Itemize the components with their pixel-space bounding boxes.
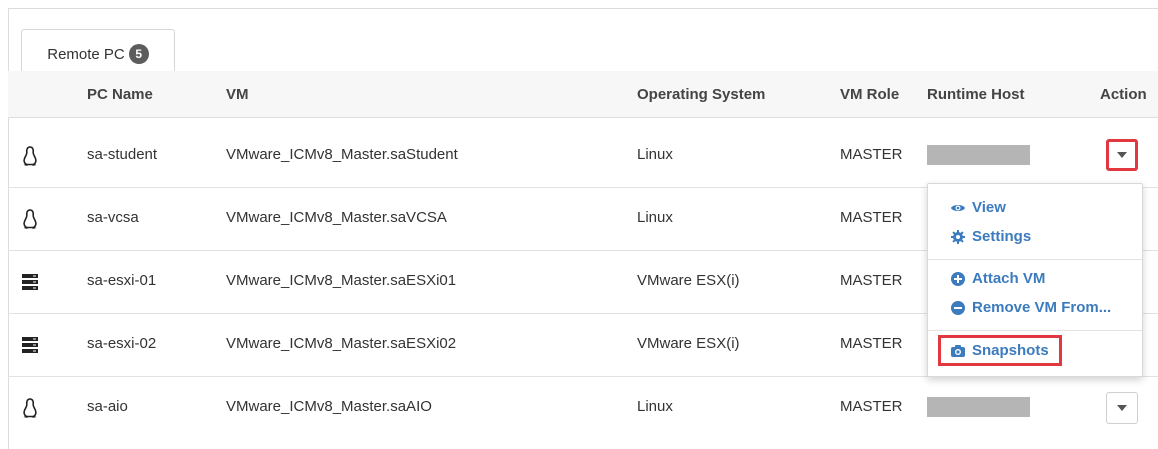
vm-role: MASTER [840, 209, 903, 226]
menu-item-label: View [972, 199, 1006, 216]
action-dropdown-button[interactable] [1106, 139, 1138, 171]
vm-name: VMware_ICMv8_Master.saAIO [226, 398, 432, 415]
linux-icon [23, 146, 37, 166]
column-header-os[interactable]: Operating System [637, 86, 765, 103]
vm-name: VMware_ICMv8_Master.saStudent [226, 146, 458, 163]
menu-divider [928, 259, 1142, 260]
count-badge: 5 [128, 44, 149, 64]
camera-icon [951, 344, 965, 357]
menu-item-label: Snapshots [972, 342, 1049, 359]
tab-label: Remote PC [47, 45, 125, 63]
server-icon [22, 337, 38, 353]
vm-role: MASTER [840, 398, 903, 415]
operating-system: Linux [637, 209, 673, 226]
menu-item-remove-vm[interactable]: Remove VM From... [950, 299, 1111, 316]
column-header-vm[interactable]: VM [226, 86, 249, 103]
operating-system: Linux [637, 398, 673, 415]
server-icon [22, 274, 38, 290]
operating-system: VMware ESX(i) [637, 272, 740, 289]
vm-name: VMware_ICMv8_Master.saVCSA [226, 209, 447, 226]
minus-circle-icon [951, 300, 965, 315]
pc-name: sa-vcsa [87, 209, 139, 226]
menu-item-label: Remove VM From... [972, 299, 1112, 316]
action-menu: View Settings Attach VM Remove VM From..… [927, 183, 1143, 377]
column-header-pc-name[interactable]: PC Name [87, 86, 153, 103]
column-header-role[interactable]: VM Role [840, 86, 899, 103]
vm-name: VMware_ICMv8_Master.saESXi01 [226, 272, 457, 289]
menu-item-attach-vm[interactable]: Attach VM [950, 270, 1045, 287]
table-header: PC Name VM Operating System VM Role Runt… [8, 71, 1158, 118]
pc-name: sa-student [87, 146, 158, 163]
table-row[interactable]: sa-aio VMware_ICMv8_Master.saAIO Linux M… [8, 377, 1158, 439]
menu-item-view[interactable]: View [950, 199, 1006, 216]
menu-item-snapshots[interactable]: Snapshots [950, 342, 1049, 359]
column-header-action: Action [1100, 86, 1147, 103]
caret-down-icon [1117, 405, 1127, 411]
pc-name: sa-aio [87, 398, 128, 415]
action-dropdown-button[interactable] [1106, 392, 1138, 424]
menu-item-settings[interactable]: Settings [950, 228, 1031, 245]
gear-icon [951, 229, 965, 244]
caret-down-icon [1117, 152, 1127, 158]
vm-role: MASTER [840, 146, 903, 163]
pc-name: sa-esxi-01 [87, 272, 157, 289]
column-header-runtime-host[interactable]: Runtime Host [927, 86, 1025, 103]
eye-icon [951, 204, 965, 211]
operating-system: VMware ESX(i) [637, 335, 740, 352]
vm-name: VMware_ICMv8_Master.saESXi02 [226, 335, 457, 352]
table-row[interactable]: sa-student VMware_ICMv8_Master.saStudent… [8, 125, 1158, 188]
linux-icon [23, 398, 37, 418]
pc-name: sa-esxi-02 [87, 335, 157, 352]
vm-role: MASTER [840, 272, 903, 289]
tab-bar: Remote PC 5 [9, 9, 1158, 80]
plus-circle-icon [951, 271, 965, 286]
runtime-host-redacted [927, 145, 1030, 165]
menu-divider [928, 330, 1142, 331]
menu-item-label: Settings [972, 228, 1032, 245]
vm-role: MASTER [840, 335, 903, 352]
runtime-host-redacted [927, 397, 1030, 417]
operating-system: Linux [637, 146, 673, 163]
menu-item-label: Attach VM [972, 270, 1046, 287]
linux-icon [23, 209, 37, 229]
